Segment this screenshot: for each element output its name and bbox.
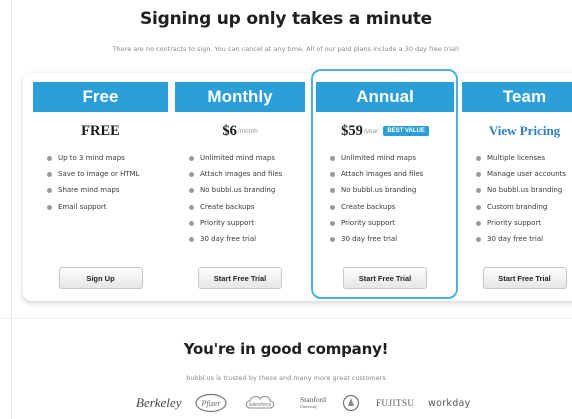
feature-item: Save to image or HTML xyxy=(47,166,168,182)
price-amount: FREE xyxy=(81,122,120,139)
stanford-sub: University xyxy=(300,404,317,409)
feature-item: Priority support xyxy=(189,215,305,231)
page-title: Signing up only takes a minute xyxy=(140,9,432,29)
plan-name: Free xyxy=(33,82,168,112)
feature-item: Unlimited mind maps xyxy=(330,150,454,166)
feature-item: Priority support xyxy=(476,215,572,231)
plan-monthly: Monthly $6/month Unlimited mind maps Att… xyxy=(175,82,305,296)
feature-item: Share mind maps xyxy=(47,182,168,198)
plan-price: $59/year BEST VALUE xyxy=(316,112,454,150)
plan-name: Monthly xyxy=(175,82,305,112)
plan-price: View Pricing xyxy=(462,112,572,150)
feature-item: Attach images and files xyxy=(330,166,454,182)
section-divider xyxy=(0,318,572,319)
fujitsu-logo: FUJITSU xyxy=(376,398,415,408)
best-value-badge: BEST VALUE xyxy=(383,126,429,136)
feature-item: Priority support xyxy=(330,215,454,231)
feature-item: Multiple licenses xyxy=(476,150,572,166)
pfizer-logo: Pfizer xyxy=(195,391,227,415)
feature-item: Email support xyxy=(47,199,168,215)
feature-item: No bubbl.us branding xyxy=(330,182,454,198)
sign-up-button[interactable]: Sign Up xyxy=(58,267,143,289)
feature-item: 30 day free trial xyxy=(476,231,572,247)
feature-item: No bubbl.us branding xyxy=(189,182,305,198)
salesforce-logo: salesforce xyxy=(243,391,277,415)
view-pricing-link[interactable]: View Pricing xyxy=(489,123,560,139)
company-subtitle: bubbl.us is trusted by these and many mo… xyxy=(186,374,386,382)
price-amount: $6 xyxy=(222,122,237,139)
feature-item: 30 day free trial xyxy=(330,231,454,247)
plan-name: Team xyxy=(462,82,572,112)
price-period: /month xyxy=(237,127,258,135)
plan-free: Free FREE Up to 3 mind maps Save to imag… xyxy=(33,82,168,296)
stanford-logo: Stanford University xyxy=(300,391,326,415)
page-subtitle: There are no contracts to sign. You can … xyxy=(112,45,460,53)
feature-list: Up to 3 mind maps Save to image or HTML … xyxy=(33,150,168,215)
feature-item: Custom branding xyxy=(476,199,572,215)
feature-item: Create backups xyxy=(189,199,305,215)
start-free-trial-button[interactable]: Start Free Trial xyxy=(482,267,567,289)
plan-annual: Annual $59/year BEST VALUE Unlimited min… xyxy=(316,82,454,296)
feature-item: Attach images and files xyxy=(189,166,305,182)
feature-item: Unlimited mind maps xyxy=(189,150,305,166)
price-amount: $59 xyxy=(341,122,363,139)
company-title: You're in good company! xyxy=(183,340,389,358)
start-free-trial-button[interactable]: Start Free Trial xyxy=(198,267,282,289)
start-free-trial-button[interactable]: Start Free Trial xyxy=(343,267,427,289)
berkeley-logo: Berkeley xyxy=(136,395,182,410)
customer-logos: Berkeley Pfizer salesforce Stanford Univ… xyxy=(0,391,572,415)
feature-item: Up to 3 mind maps xyxy=(47,150,168,166)
plan-name: Annual xyxy=(316,82,454,112)
feature-list: Multiple licenses Manage user accounts N… xyxy=(462,150,572,247)
feature-list: Unlimited mind maps Attach images and fi… xyxy=(175,150,305,247)
feature-list: Unlimited mind maps Attach images and fi… xyxy=(316,150,454,247)
feature-item: 30 day free trial xyxy=(189,231,305,247)
plan-price: $6/month xyxy=(175,112,305,150)
plan-price: FREE xyxy=(33,112,168,150)
stanford-seal-icon xyxy=(342,391,360,415)
svg-text:salesforce: salesforce xyxy=(249,402,272,408)
price-period: /year xyxy=(363,127,379,135)
feature-item: No bubbl.us branding xyxy=(476,182,572,198)
svg-text:Pfizer: Pfizer xyxy=(200,399,221,408)
plan-team: Team View Pricing Multiple licenses Mana… xyxy=(462,82,572,296)
feature-item: Manage user accounts xyxy=(476,166,572,182)
workday-logo: workday xyxy=(428,397,471,409)
feature-item: Create backups xyxy=(330,199,454,215)
